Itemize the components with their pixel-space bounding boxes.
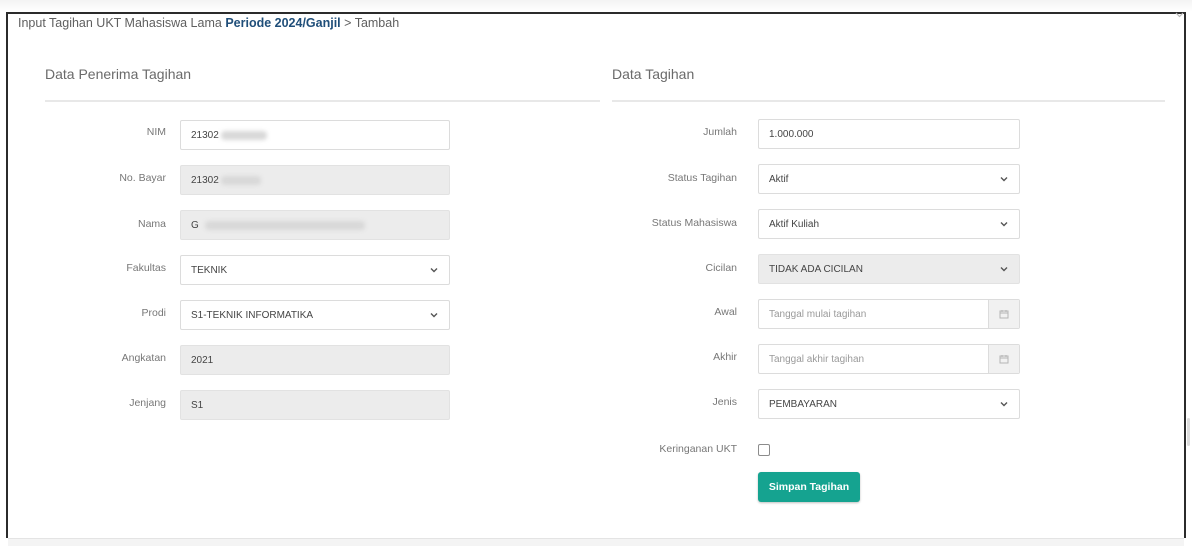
cicilan-label: Cicilan [705,262,737,274]
status-tagihan-select[interactable]: Aktif [758,164,1020,194]
section-divider-tagihan [612,100,1165,102]
vertical-scrollbar-thumb[interactable] [1187,418,1190,446]
jenjang-field: S1 [180,390,450,420]
jumlah-input[interactable]: 1.000.000 [758,119,1020,149]
breadcrumb-period-link[interactable]: Periode 2024/Ganjil [225,16,340,30]
status-mahasiswa-select[interactable]: Aktif Kuliah [758,209,1020,239]
fakultas-select[interactable]: TEKNIK [180,255,450,285]
fakultas-value: TEKNIK [191,264,228,276]
nama-label: Nama [137,218,166,230]
akhir-placeholder: Tanggal akhir tagihan [769,353,865,365]
nim-value: 21302 [191,129,219,141]
keringanan-ukt-checkbox[interactable] [758,444,770,456]
calendar-icon[interactable] [988,300,1019,328]
no-bayar-value: 21302 [191,174,219,186]
fakultas-label: Fakultas [126,262,166,274]
nama-field: G [180,210,450,240]
no-bayar-label: No. Bayar [119,172,166,184]
status-tagihan-value: Aktif [769,173,789,185]
status-mahasiswa-label: Status Mahasiswa [651,217,737,229]
status-mahasiswa-value: Aktif Kuliah [769,218,820,230]
jenis-select[interactable]: PEMBAYARAN [758,389,1020,419]
awal-date-input[interactable]: Tanggal mulai tagihan [758,299,1020,329]
breadcrumb-prefix: Input Tagihan UKT Mahasiswa Lama [18,16,222,30]
cicilan-select[interactable]: TIDAK ADA CICILAN [758,254,1020,284]
redacted-mask [220,130,267,140]
section-title-penerima: Data Penerima Tagihan [45,66,192,82]
section-title-tagihan: Data Tagihan [612,66,695,82]
calendar-icon[interactable] [988,345,1019,373]
nama-value: G [191,219,199,231]
top-shade [0,0,1192,12]
prodi-label: Prodi [141,307,166,319]
breadcrumb-suffix: > Tambah [344,16,400,30]
chevron-down-icon [999,174,1009,184]
awal-placeholder: Tanggal mulai tagihan [769,308,867,320]
jumlah-value: 1.000.000 [769,128,814,140]
akhir-label: Akhir [713,351,737,363]
jenjang-value: S1 [191,399,204,411]
keringanan-ukt-label: Keringanan UKT [659,443,737,455]
jenjang-label: Jenjang [129,397,166,409]
chevron-down-icon [999,264,1009,274]
prodi-select[interactable]: S1-TEKNIK INFORMATIKA [180,300,450,330]
no-bayar-field: 21302 [180,165,450,195]
akhir-date-input[interactable]: Tanggal akhir tagihan [758,344,1020,374]
jumlah-label: Jumlah [703,126,737,138]
nim-label: NIM [146,126,166,138]
section-divider-penerima [45,100,600,102]
angkatan-value: 2021 [191,354,214,366]
angkatan-label: Angkatan [121,352,166,364]
chevron-down-icon [999,399,1009,409]
jenis-value: PEMBAYARAN [769,398,837,410]
nim-input[interactable]: 21302 [180,120,450,150]
breadcrumb: Input Tagihan UKT Mahasiswa Lama Periode… [18,16,399,30]
jenis-label: Jenis [712,396,737,408]
chevron-down-icon [999,219,1009,229]
status-tagihan-label: Status Tagihan [667,172,737,184]
simpan-tagihan-button[interactable]: Simpan Tagihan [758,472,860,502]
chevron-down-icon [429,265,439,275]
redacted-mask [204,220,365,230]
angkatan-field: 2021 [180,345,450,375]
prodi-value: S1-TEKNIK INFORMATIKA [191,309,314,321]
awal-label: Awal [714,306,737,318]
redacted-mask [220,175,261,185]
cicilan-value: TIDAK ADA CICILAN [769,263,863,275]
collapse-chevron-down-icon[interactable] [1175,10,1184,20]
chevron-down-icon [429,310,439,320]
